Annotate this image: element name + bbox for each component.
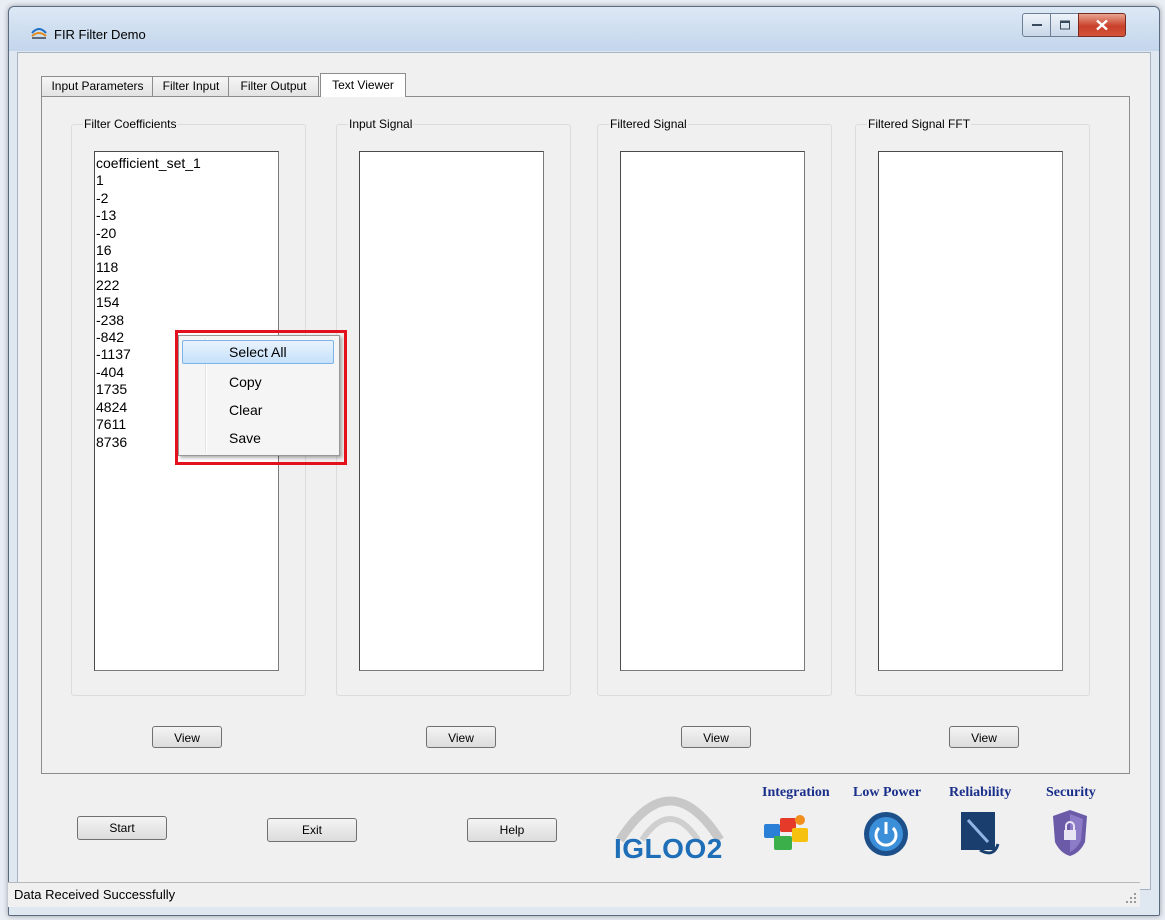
feature-label-integration: Integration: [762, 785, 830, 800]
window-title: FIR Filter Demo: [54, 27, 146, 42]
status-text: Data Received Successfully: [14, 887, 176, 902]
menu-item-select-all[interactable]: Select All: [182, 340, 334, 364]
input-signal-textbox[interactable]: [359, 151, 544, 671]
coefficient-line: 16: [96, 242, 112, 259]
coefficient-line: 154: [96, 294, 120, 311]
filtered-signal-fft-group: Filtered Signal FFT: [855, 117, 1090, 696]
filtered-signal-fft-textbox[interactable]: [878, 151, 1063, 671]
igloo2-logo-text: IGLOO2: [614, 833, 723, 864]
input-signal-group: Input Signal: [336, 117, 571, 696]
coefficient-line: coefficient_set_1: [96, 155, 201, 171]
status-bar: Data Received Successfully: [8, 882, 1140, 907]
view-input-signal-button[interactable]: View: [426, 726, 496, 748]
group-label: Filtered Signal: [609, 117, 688, 131]
power-icon: [864, 812, 908, 856]
close-icon: [1096, 19, 1108, 31]
menu-item-copy[interactable]: Copy: [182, 370, 334, 394]
menu-item-save[interactable]: Save: [182, 426, 334, 450]
minimize-button[interactable]: [1022, 13, 1052, 37]
start-button[interactable]: Start: [77, 816, 167, 840]
feature-label-reliability: Reliability: [949, 785, 1012, 800]
puzzle-icon: [764, 815, 808, 850]
tab-filter-input[interactable]: Filter Input: [152, 76, 230, 96]
filtered-signal-group: Filtered Signal: [597, 117, 832, 696]
group-label: Input Signal: [348, 117, 414, 131]
close-button[interactable]: [1078, 13, 1126, 37]
reliability-icon: [961, 812, 1000, 855]
tab-filter-output[interactable]: Filter Output: [228, 76, 319, 96]
group-label: Filtered Signal FFT: [867, 117, 972, 131]
coefficient-line: 222: [96, 276, 120, 293]
view-filtered-signal-button[interactable]: View: [681, 726, 751, 748]
minimize-icon: [1032, 24, 1042, 26]
context-menu: Select All Copy Clear Save: [178, 335, 340, 456]
view-coefficients-button[interactable]: View: [152, 726, 222, 748]
coefficient-line: 118: [96, 259, 119, 276]
coefficient-line: -13: [96, 207, 117, 224]
filtered-signal-textbox[interactable]: [620, 151, 805, 671]
menu-item-clear[interactable]: Clear: [182, 398, 334, 422]
help-button[interactable]: Help: [467, 818, 557, 842]
exit-button[interactable]: Exit: [267, 818, 357, 842]
tab-text-viewer[interactable]: Text Viewer: [320, 73, 406, 97]
group-label: Filter Coefficients: [83, 117, 178, 131]
tab-input-parameters[interactable]: Input Parameters: [41, 76, 154, 96]
maximize-button[interactable]: [1050, 13, 1080, 37]
coefficient-line: -238: [96, 311, 125, 328]
coefficient-line: -20: [96, 224, 117, 241]
coefficient-line: 1: [96, 172, 104, 189]
maximize-icon: [1060, 20, 1070, 30]
resize-grip-icon[interactable]: [1125, 892, 1137, 904]
coefficient-line: -2: [96, 189, 109, 206]
view-fft-button[interactable]: View: [949, 726, 1019, 748]
igloo-dome-logo: [616, 796, 724, 842]
security-shield-icon: [1053, 810, 1087, 856]
client-area: Input Parameters Filter Input Filter Out…: [17, 52, 1151, 890]
title-bar[interactable]: FIR Filter Demo: [9, 7, 1159, 51]
feature-label-security: Security: [1046, 785, 1096, 800]
app-window: FIR Filter Demo Input Parameters Filter …: [8, 6, 1160, 916]
feature-label-low-power: Low Power: [853, 785, 922, 800]
app-icon: [31, 28, 47, 39]
